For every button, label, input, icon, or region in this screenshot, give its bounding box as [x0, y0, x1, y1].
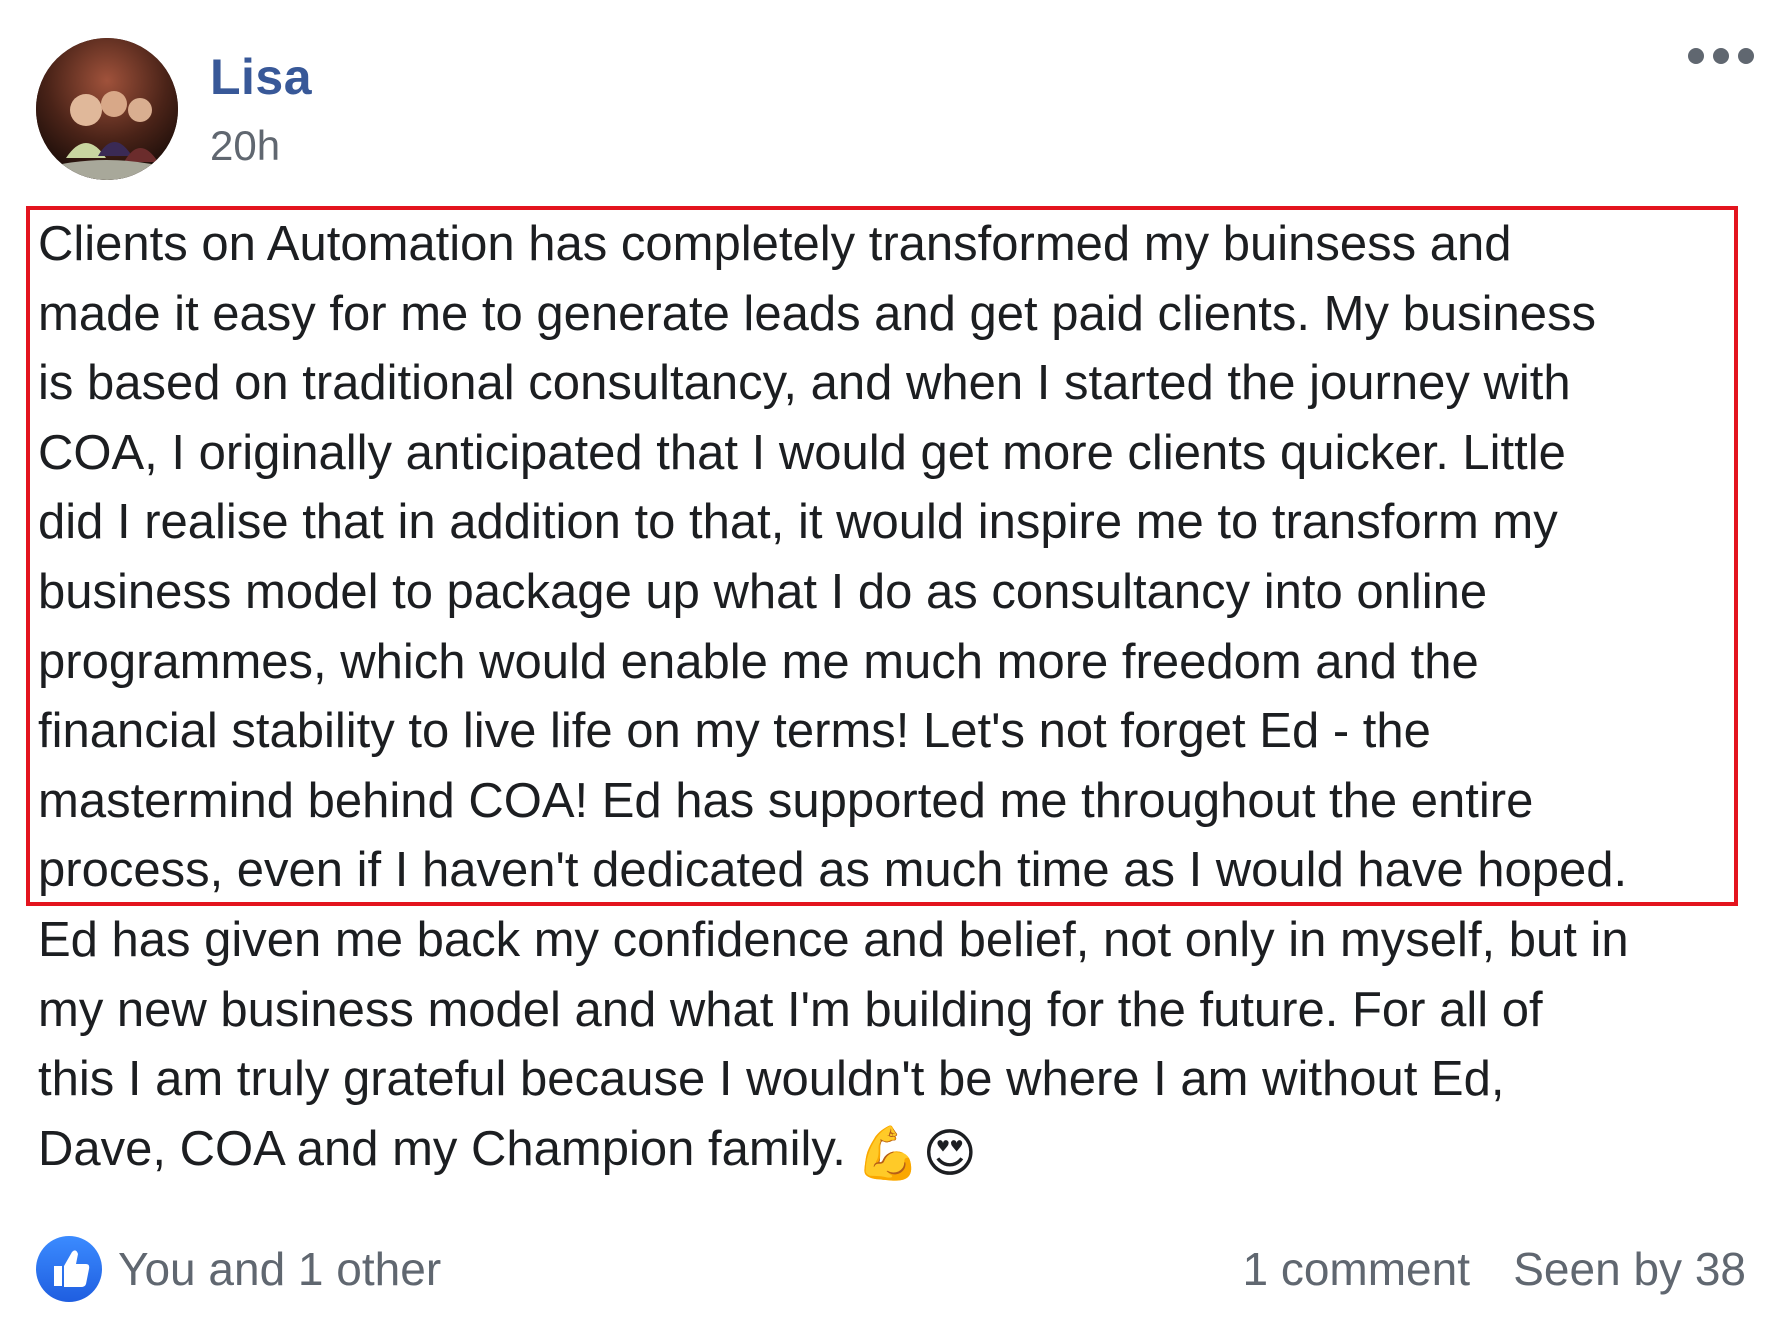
comments-count-link[interactable]: 1 comment: [1242, 1242, 1470, 1296]
post-body-line: financial stability to live life on my t…: [38, 704, 1431, 759]
post-body-line: Ed has given me back my confidence and b…: [38, 912, 1629, 967]
post-body-line: process, even if I haven't dedicated as …: [38, 843, 1628, 898]
post-body-line: Dave, COA and my Champion family.: [38, 1121, 846, 1176]
more-options-button[interactable]: [1676, 40, 1766, 80]
post-footer: You and 1 other 1 comment Seen by 38: [36, 1236, 1748, 1316]
thumbs-up-icon: [54, 1250, 90, 1287]
reactions-summary-link[interactable]: You and 1 other: [118, 1242, 441, 1296]
post-body-line: business model to package up what I do a…: [38, 564, 1488, 619]
flexed-biceps-emoji-icon: 💪: [855, 1124, 921, 1183]
author-avatar[interactable]: [36, 38, 178, 180]
post-body-line: this I am truly grateful because I would…: [38, 1052, 1505, 1107]
post-body-line: my new business model and what I'm build…: [38, 982, 1543, 1037]
post-body-line: made it easy for me to generate leads an…: [38, 286, 1596, 341]
post-body-line: COA, I originally anticipated that I wou…: [38, 425, 1566, 480]
post-body-last-line: Dave, COA and my Champion family. 💪😍: [38, 1115, 1758, 1185]
post-timestamp[interactable]: 20h: [210, 122, 280, 170]
ellipsis-icon: [1688, 48, 1754, 64]
author-name-link[interactable]: Lisa: [210, 48, 312, 106]
post-body: Clients on Automation has completely tra…: [38, 210, 1758, 1184]
like-thumb-icon[interactable]: [36, 1236, 102, 1302]
seen-by-count: Seen by 38: [1513, 1243, 1746, 1295]
avatar-photo: [36, 38, 178, 180]
post-body-line: is based on traditional consultancy, and…: [38, 356, 1571, 411]
post-body-line: mastermind behind COA! Ed has supported …: [38, 773, 1534, 828]
facebook-post: Lisa 20h Clients on Automation has compl…: [0, 0, 1784, 1320]
post-body-line: programmes, which would enable me much m…: [38, 634, 1479, 689]
heart-eyes-emoji-icon: 😍: [922, 1124, 977, 1183]
post-body-line: Clients on Automation has completely tra…: [38, 217, 1512, 271]
post-body-line: did I realise that in addition to that, …: [38, 495, 1558, 550]
